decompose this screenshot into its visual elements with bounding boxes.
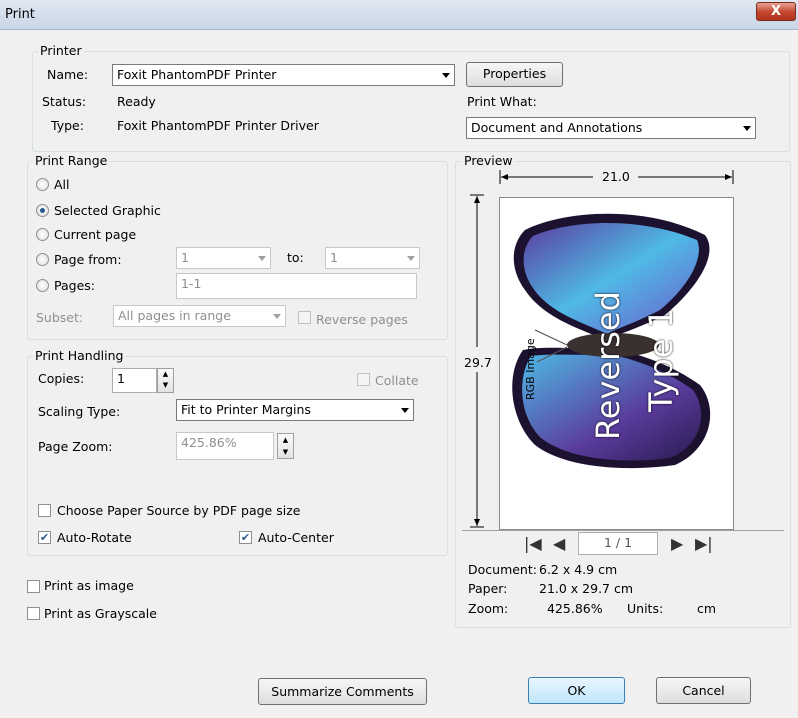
cancel-button[interactable]: Cancel: [656, 677, 751, 704]
preview-legend: Preview: [462, 153, 515, 168]
scaling-type-select[interactable]: Fit to Printer Margins: [176, 399, 414, 421]
radio-pages[interactable]: [36, 279, 49, 292]
scaling-type-label: Scaling Type:: [38, 404, 121, 419]
print-what-select[interactable]: Document and Annotations: [466, 117, 756, 139]
type-label: Type:: [51, 118, 84, 133]
printer-name-label: Name:: [47, 67, 89, 82]
units-label: Units:: [627, 601, 664, 616]
chevron-down-icon: [407, 256, 415, 261]
status-label: Status:: [42, 94, 87, 109]
print-as-grayscale-checkbox[interactable]: [27, 607, 40, 620]
printer-name-value: Foxit PhantomPDF Printer: [117, 67, 277, 82]
page-zoom-input[interactable]: 425.86%: [176, 432, 274, 460]
collate-checkbox[interactable]: [357, 373, 370, 386]
auto-center-checkbox[interactable]: ✔: [239, 531, 252, 544]
copies-input[interactable]: 1: [112, 368, 157, 393]
status-value: Ready: [117, 94, 156, 109]
reverse-pages-label: Reverse pages: [316, 312, 408, 327]
chevron-down-icon: [442, 73, 450, 78]
radio-all[interactable]: [36, 178, 49, 191]
document-label: Document:: [468, 562, 537, 577]
window-title: Print: [5, 7, 35, 22]
radio-selected-graphic[interactable]: [36, 204, 49, 217]
page-indicator-input[interactable]: 1 / 1: [578, 532, 658, 555]
choose-paper-checkbox[interactable]: [38, 504, 51, 517]
pages-label: Pages:: [54, 278, 95, 293]
units-value: cm: [697, 601, 717, 616]
print-range-legend: Print Range: [33, 153, 110, 168]
first-page-icon[interactable]: |◀: [524, 535, 542, 553]
paper-label: Paper:: [468, 581, 508, 596]
scaling-type-value: Fit to Printer Margins: [181, 402, 311, 417]
subset-select[interactable]: All pages in range: [113, 305, 286, 327]
chevron-down-icon: [258, 256, 266, 261]
close-button[interactable]: X: [756, 2, 796, 21]
height-dimension-label: 29.7: [464, 355, 492, 370]
all-label: All: [54, 177, 70, 192]
prev-page-icon[interactable]: ◀: [553, 535, 565, 553]
print-as-grayscale-label: Print as Grayscale: [44, 606, 157, 621]
preview-separator: [462, 530, 784, 531]
paper-value: 21.0 x 29.7 cm: [539, 581, 634, 596]
collate-label: Collate: [375, 373, 419, 388]
current-page-label: Current page: [54, 227, 137, 242]
to-label: to:: [287, 250, 304, 265]
chevron-down-icon: [743, 126, 751, 131]
type-value: Foxit PhantomPDF Printer Driver: [117, 118, 319, 133]
page-to-select[interactable]: 1: [325, 247, 420, 269]
page-from-select[interactable]: 1: [176, 247, 271, 269]
spin-up-icon: ▲: [282, 436, 289, 444]
last-page-icon[interactable]: ▶|: [695, 535, 713, 553]
title-bar: [0, 0, 798, 30]
print-what-value: Document and Annotations: [471, 120, 643, 135]
selected-graphic-label: Selected Graphic: [54, 203, 161, 218]
auto-rotate-label: Auto-Rotate: [57, 530, 132, 545]
radio-page-from[interactable]: [36, 253, 49, 266]
pages-input[interactable]: 1-1: [176, 273, 417, 299]
overlay-text-line2: Type 1: [642, 307, 680, 412]
page-zoom-label: Page Zoom:: [38, 439, 113, 454]
ok-button[interactable]: OK: [528, 677, 625, 704]
chevron-down-icon: [273, 314, 281, 319]
reverse-pages-checkbox[interactable]: [298, 311, 311, 324]
copies-label: Copies:: [38, 371, 85, 386]
width-dimension-label: 21.0: [602, 169, 630, 184]
chevron-down-icon: [401, 408, 409, 413]
zoom-label: Zoom:: [468, 601, 509, 616]
subset-value: All pages in range: [118, 308, 231, 323]
auto-rotate-checkbox[interactable]: ✔: [38, 531, 51, 544]
properties-button[interactable]: Properties: [466, 62, 563, 87]
rgb-image-label: RGB Image: [524, 338, 537, 400]
zoom-value: 425.86%: [547, 601, 603, 616]
print-as-image-label: Print as image: [44, 578, 134, 593]
printer-legend: Printer: [38, 43, 84, 58]
print-what-label: Print What:: [467, 94, 537, 109]
overlay-text-line1: Reversed: [589, 291, 627, 440]
page-to-value: 1: [330, 250, 338, 265]
page-from-value: 1: [181, 250, 189, 265]
spin-down-icon: ▼: [282, 448, 289, 456]
radio-current-page[interactable]: [36, 228, 49, 241]
page-zoom-spinner[interactable]: ▲ ▼: [277, 433, 294, 459]
summarize-comments-button[interactable]: Summarize Comments: [258, 678, 427, 705]
next-page-icon[interactable]: ▶: [671, 535, 683, 553]
page-from-label: Page from:: [54, 252, 122, 267]
spin-up-icon: ▲: [162, 370, 169, 378]
subset-label: Subset:: [36, 310, 84, 325]
copies-spinner[interactable]: ▲ ▼: [157, 368, 174, 393]
choose-paper-label: Choose Paper Source by PDF page size: [57, 503, 301, 518]
print-as-image-checkbox[interactable]: [27, 580, 40, 593]
printer-name-select[interactable]: Foxit PhantomPDF Printer: [112, 64, 455, 86]
auto-center-label: Auto-Center: [258, 530, 334, 545]
spin-down-icon: ▼: [162, 381, 169, 389]
print-handling-legend: Print Handling: [33, 348, 126, 363]
document-value: 6.2 x 4.9 cm: [539, 562, 618, 577]
